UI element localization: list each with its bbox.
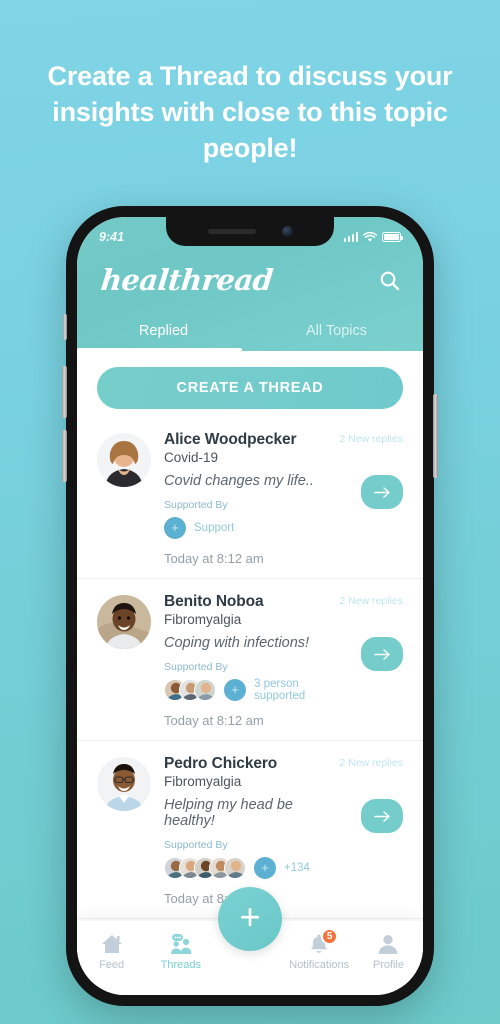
thread-quote: Covid changes my life..	[164, 473, 314, 489]
thread-author-name: Pedro Chickero	[164, 755, 278, 772]
supporter-avatar	[194, 679, 216, 701]
supporters-row: + 3 person supported	[164, 678, 345, 702]
supporters-row: + +134	[164, 856, 345, 880]
nav-item-notifications[interactable]: 5 Notifications	[285, 928, 354, 971]
new-replies-badge: 2 New replies	[339, 433, 403, 445]
add-support-button[interactable]: +	[254, 857, 276, 879]
status-icons	[343, 231, 404, 243]
open-thread-button[interactable]	[361, 475, 403, 509]
phone-volume-down-button	[62, 430, 67, 482]
supporter-avatar-stack	[164, 857, 246, 879]
nav-item-threads[interactable]: Threads	[146, 933, 215, 971]
people-chat-icon	[170, 934, 192, 954]
tab-replied-label: Replied	[138, 323, 189, 339]
thread-author-name: Benito Noboa	[164, 593, 264, 610]
open-thread-button[interactable]	[361, 799, 403, 833]
phone-mute-switch	[63, 314, 67, 340]
add-support-button[interactable]: +	[164, 517, 186, 539]
add-support-button[interactable]: +	[224, 679, 246, 701]
thread-timestamp: Today at 8:12 am	[164, 713, 264, 728]
supported-by-label: Supported By	[164, 661, 228, 673]
nav-item-profile[interactable]: Profile	[354, 933, 423, 971]
thread-quote: Coping with infections!	[164, 635, 310, 651]
new-replies-badge: 2 New replies	[339, 595, 403, 607]
avatar	[97, 433, 151, 487]
front-camera-icon	[281, 226, 293, 237]
open-thread-button[interactable]	[361, 637, 403, 671]
brand-bar: healthread	[77, 249, 423, 311]
thread-topic: Fibromyalgia	[164, 612, 242, 627]
arrow-right-icon	[373, 648, 390, 660]
avatar	[97, 757, 151, 811]
phone-power-button	[433, 394, 438, 478]
tab-all-topics[interactable]: All Topics	[250, 311, 423, 351]
thread-card[interactable]: Benito Noboa Fibromyalgia Coping with in…	[77, 579, 423, 741]
supporter-avatar-stack	[164, 679, 216, 701]
home-icon	[101, 935, 122, 953]
tab-bar: Replied All Topics	[77, 311, 423, 351]
thread-timestamp: Today at 8:12 am	[164, 551, 264, 566]
wifi-icon	[363, 231, 377, 242]
support-count-text: Support	[194, 522, 235, 534]
nav-label-feed: Feed	[99, 959, 125, 971]
thread-quote: Helping my head be healthy!	[164, 797, 293, 829]
new-replies-badge: 2 New replies	[339, 757, 403, 769]
create-thread-fab[interactable]: +	[218, 887, 282, 951]
status-time: 9:41	[99, 230, 125, 244]
thread-topic: Fibromyalgia	[164, 774, 242, 789]
notifications-badge: 5	[321, 928, 339, 945]
support-count-text: +134	[284, 862, 310, 874]
signal-bars-icon	[343, 232, 358, 242]
nav-label-threads: Threads	[160, 959, 201, 971]
nav-label-notifications: Notifications	[289, 959, 350, 971]
thread-card[interactable]: Alice Woodpecker Covid-19 Covid changes …	[77, 417, 423, 579]
supporter-avatar	[224, 857, 246, 879]
create-thread-button[interactable]: CREATE A THREAD	[97, 367, 403, 409]
app-logo: healthread	[99, 263, 275, 297]
phone-screen: 9:41 healthread Replied All Topics CREAT…	[77, 217, 423, 995]
nav-label-profile: Profile	[372, 959, 404, 971]
tab-replied[interactable]: Replied	[77, 311, 250, 351]
phone-notch	[166, 217, 334, 246]
arrow-right-icon	[373, 810, 390, 822]
promo-headline: Create a Thread to discuss your insights…	[47, 61, 453, 163]
tab-all-topics-label: All Topics	[306, 323, 367, 339]
supported-by-label: Supported By	[164, 839, 228, 851]
phone-mockup: 9:41 healthread Replied All Topics CREAT…	[62, 206, 438, 1006]
supported-by-label: Supported By	[164, 499, 228, 511]
search-icon[interactable]	[378, 269, 401, 292]
battery-icon	[382, 232, 404, 242]
earpiece-speaker-icon	[207, 229, 256, 234]
arrow-right-icon	[373, 486, 390, 498]
nav-item-feed[interactable]: Feed	[77, 933, 146, 971]
thread-author-name: Alice Woodpecker	[164, 431, 297, 448]
phone-volume-up-button	[62, 366, 67, 418]
supporters-row: + Support	[164, 516, 345, 540]
avatar	[97, 595, 151, 649]
person-icon	[379, 935, 398, 954]
support-count-text: 3 person supported	[254, 678, 306, 702]
create-thread-wrap: CREATE A THREAD	[77, 351, 423, 417]
thread-topic: Covid-19	[164, 450, 219, 465]
